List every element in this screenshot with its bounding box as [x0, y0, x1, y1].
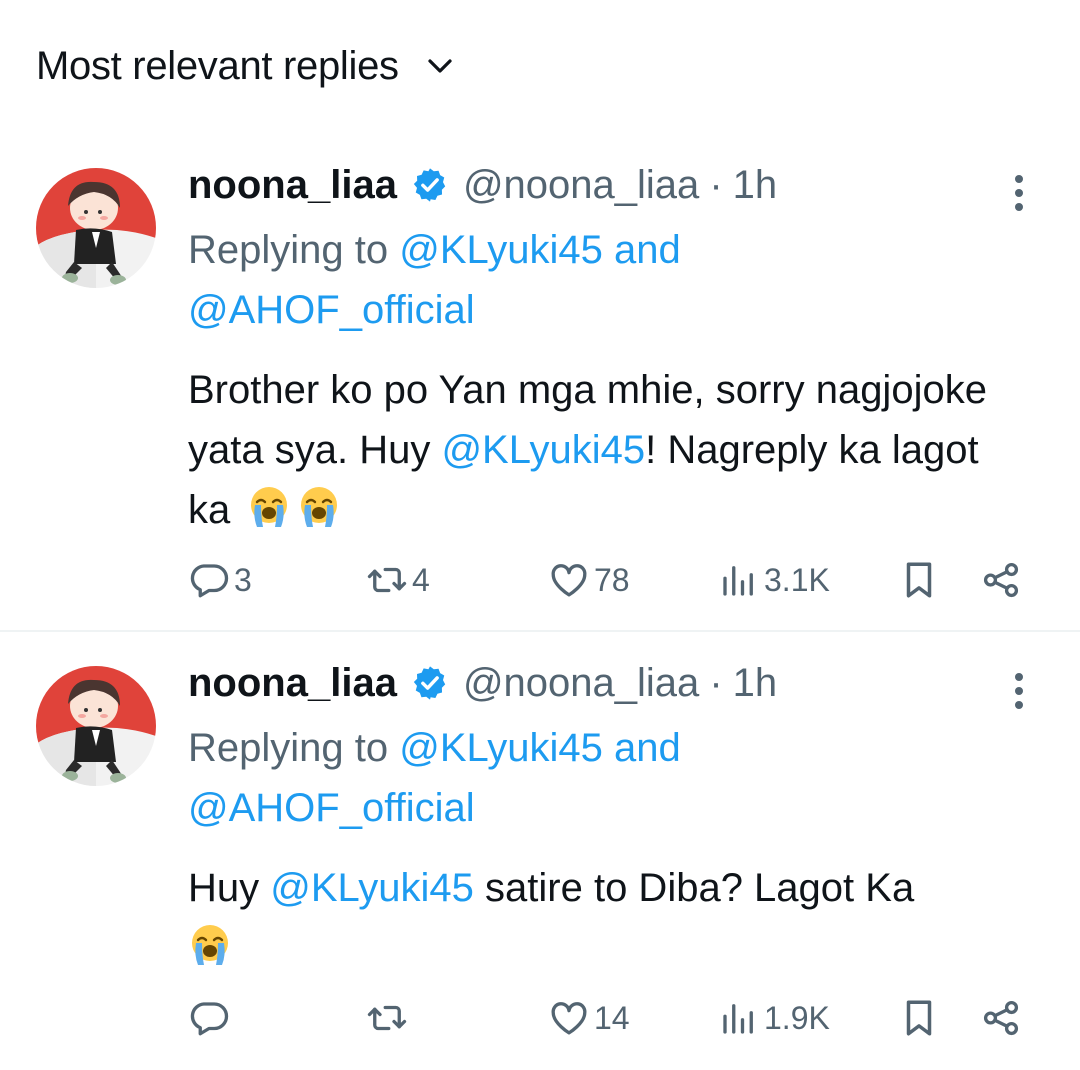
tweet-actions: 14 1.9K	[188, 993, 1038, 1043]
repost-count: 4	[412, 561, 430, 598]
tweet-text: Huy @KLyuki45 satire to Diba? Lagot Ka	[188, 858, 1018, 978]
replying-prefix: Replying to	[188, 228, 389, 272]
like-count: 14	[594, 999, 630, 1036]
share-icon	[980, 997, 1022, 1039]
bookmark-button[interactable]	[898, 993, 940, 1043]
tweet-text-part: Huy	[188, 866, 271, 910]
chevron-down-icon	[428, 59, 452, 73]
replying-to-line: Replying to @KLyuki45 and @AHOF_official	[188, 220, 1018, 340]
loudly-crying-face-icon	[297, 485, 341, 529]
replying-joiner[interactable]: and	[614, 228, 681, 272]
heart-icon	[548, 559, 590, 601]
replying-user-link[interactable]: @AHOF_official	[188, 288, 475, 332]
sort-replies-dropdown[interactable]: Most relevant replies	[36, 38, 455, 94]
like-button[interactable]: 14	[548, 993, 630, 1043]
handle[interactable]: @noona_liaa	[463, 163, 699, 208]
share-icon	[980, 559, 1022, 601]
repost-icon	[366, 997, 408, 1039]
views-icon	[718, 997, 760, 1039]
avatar[interactable]	[36, 168, 156, 288]
view-count: 1.9K	[764, 999, 830, 1036]
display-name[interactable]: noona_liaa	[188, 163, 397, 208]
replying-to-line: Replying to @KLyuki45 and @AHOF_official	[188, 718, 1018, 838]
repost-button[interactable]	[366, 993, 412, 1043]
avatar-image	[36, 666, 156, 786]
mention-link[interactable]: @KLyuki45	[270, 866, 474, 910]
separator-dot: ·	[709, 660, 723, 705]
reply-button[interactable]: 3	[188, 555, 252, 605]
reply-tweet[interactable]: noona_liaa @noona_liaa · 1h Replying to …	[0, 648, 1080, 1070]
replying-user-link[interactable]: @KLyuki45	[399, 228, 603, 272]
mention-link[interactable]: @KLyuki45	[441, 428, 645, 472]
more-options-button[interactable]	[1004, 668, 1034, 712]
like-button[interactable]: 78	[548, 555, 630, 605]
views-button[interactable]: 1.9K	[718, 993, 830, 1043]
reply-button[interactable]	[188, 993, 234, 1043]
separator-dot: ·	[709, 162, 723, 207]
timestamp[interactable]: 1h	[733, 661, 778, 706]
divider	[0, 630, 1080, 632]
views-button[interactable]: 3.1K	[718, 555, 830, 605]
handle[interactable]: @noona_liaa	[463, 661, 699, 706]
display-name[interactable]: noona_liaa	[188, 661, 397, 706]
reply-count: 3	[234, 561, 252, 598]
bookmark-button[interactable]	[898, 555, 940, 605]
loudly-crying-face-icon	[247, 485, 291, 529]
share-button[interactable]	[980, 555, 1022, 605]
like-count: 78	[594, 561, 630, 598]
reply-icon	[188, 997, 230, 1039]
verified-badge-icon	[411, 664, 449, 702]
replying-joiner[interactable]: and	[614, 726, 681, 770]
loudly-crying-face-icon	[188, 923, 232, 967]
heart-icon	[548, 997, 590, 1039]
tweet-text: Brother ko po Yan mga mhie, sorry nagjoj…	[188, 360, 1018, 540]
timestamp[interactable]: 1h	[733, 163, 778, 208]
view-count: 3.1K	[764, 561, 830, 598]
bookmark-icon	[898, 997, 940, 1039]
replying-user-link[interactable]: @AHOF_official	[188, 786, 475, 830]
reply-icon	[188, 559, 230, 601]
reply-tweet[interactable]: noona_liaa @noona_liaa · 1h Replying to …	[0, 150, 1080, 630]
replying-prefix: Replying to	[188, 726, 389, 770]
bookmark-icon	[898, 559, 940, 601]
avatar[interactable]	[36, 666, 156, 786]
tweet-actions: 3 4 78 3.1K	[188, 555, 1038, 605]
avatar-image	[36, 168, 156, 288]
repost-button[interactable]: 4	[366, 555, 430, 605]
repost-icon	[366, 559, 408, 601]
share-button[interactable]	[980, 993, 1022, 1043]
tweet-text-part: satire to Diba? Lagot Ka	[473, 866, 915, 910]
views-icon	[718, 559, 760, 601]
verified-badge-icon	[411, 166, 449, 204]
sort-label: Most relevant replies	[36, 43, 399, 88]
replying-user-link[interactable]: @KLyuki45	[399, 726, 603, 770]
more-options-button[interactable]	[1004, 170, 1034, 214]
